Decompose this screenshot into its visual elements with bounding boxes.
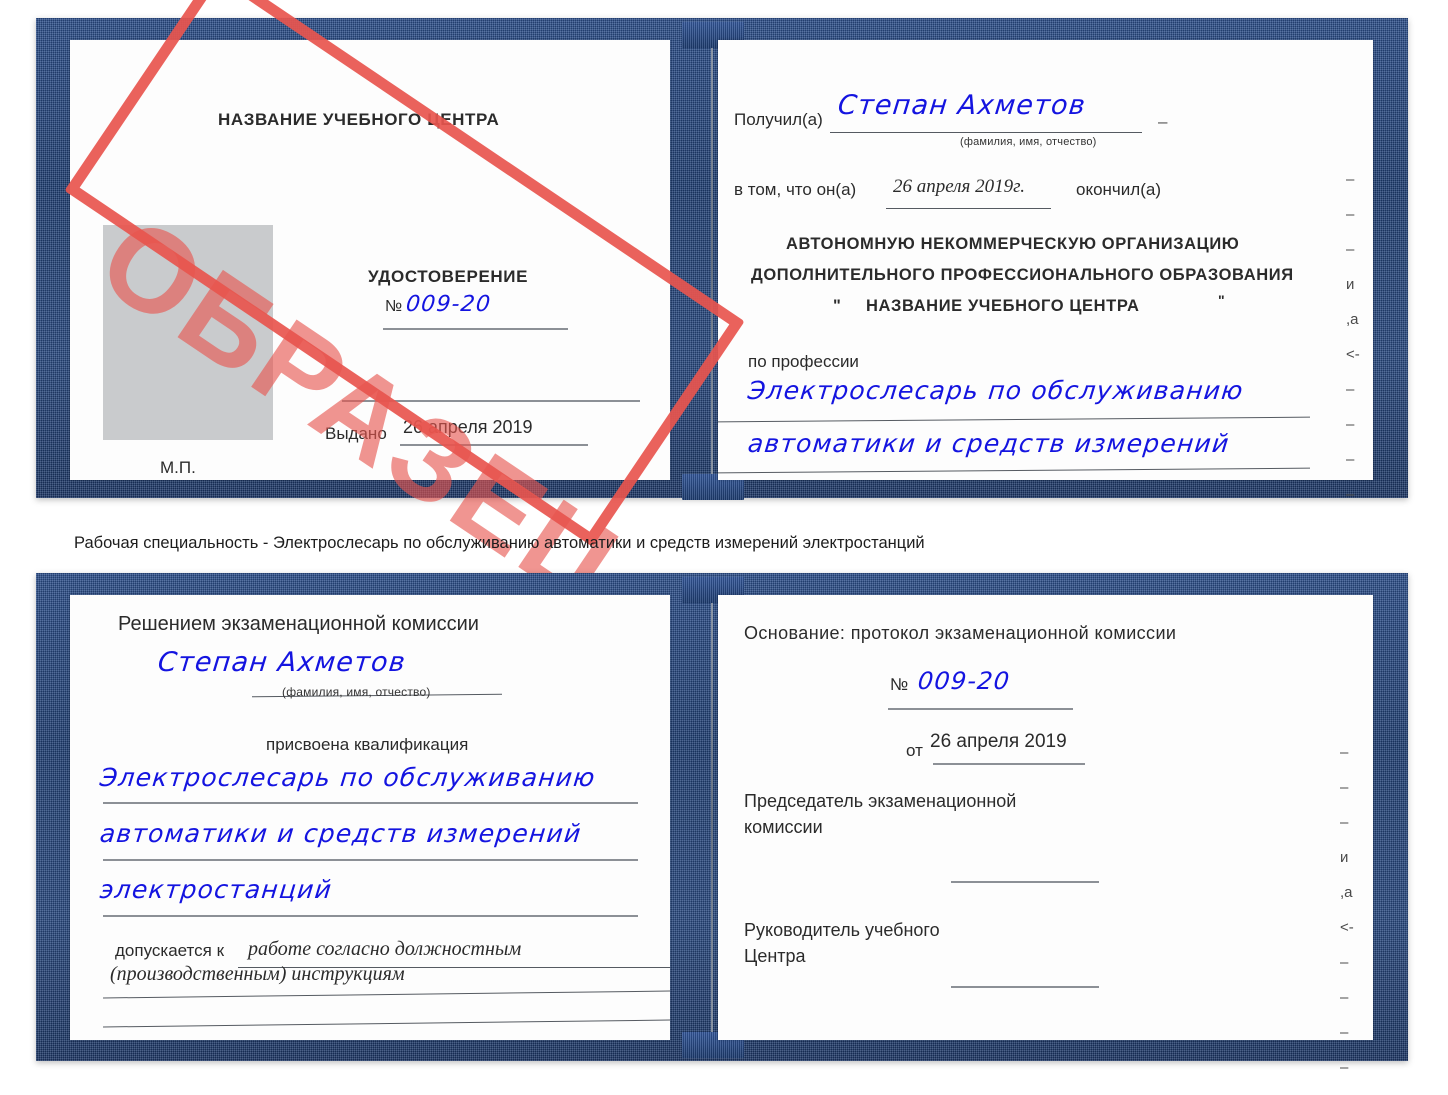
qualification-line-3: электростанций: [98, 875, 334, 904]
certificate-bottom-right-page: Основание: протокол экзаменационной коми…: [718, 595, 1373, 1040]
fio-hint-bottom: (фамилия, имя, отчество): [282, 685, 431, 699]
certificate-top-right-page: Получил(а) Степан Ахметов (фамилия, имя,…: [718, 40, 1373, 480]
issued-date-value: 26 апреля 2019: [403, 417, 533, 437]
profession-underline-1: [718, 416, 1310, 423]
certificate-title: УДОСТОВЕРЕНИЕ: [368, 267, 529, 286]
issued-date-label: Выдано: [325, 424, 387, 443]
profession-label: по профессии: [748, 352, 859, 371]
edge-glyph: –: [1346, 451, 1355, 468]
protocol-number-label: №: [890, 675, 909, 694]
received-name-underline: [830, 132, 1142, 133]
edge-glyph: –: [1346, 241, 1355, 258]
edge-glyph: ,а: [1340, 884, 1353, 901]
qualification-line-2: автоматики и средств измерений: [98, 819, 584, 848]
certificate-top-left-page: НАЗВАНИЕ УЧЕБНОГО ЦЕНТРА УДОСТОВЕРЕНИЕ №…: [70, 40, 670, 480]
edge-glyph: –: [1340, 954, 1349, 971]
edge-glyph: –: [1340, 779, 1349, 796]
profession-line-2: автоматики и средств измерений: [746, 429, 1232, 458]
commission-decision-heading: Решением экзаменационной комиссии: [118, 613, 479, 635]
qualification-underline-2: [103, 859, 638, 861]
edge-glyph: ,а: [1346, 311, 1359, 328]
edge-glyph: <-: [1340, 919, 1354, 936]
edge-glyph: –: [1346, 381, 1355, 398]
protocol-date-underline: [933, 763, 1085, 765]
protocol-number-underline: [888, 708, 1073, 710]
received-name-value: Степан Ахметов: [836, 90, 1088, 121]
admitted-label: допускается к: [115, 941, 225, 960]
basis-label: Основание: протокол экзаменационной коми…: [744, 623, 1177, 643]
org-line-1: АВТОНОМНУЮ НЕКОММЕРЧЕСКУЮ ОРГАНИЗАЦИЮ: [786, 235, 1240, 253]
admitted-value-line-2: (производственным) инструкциям: [110, 963, 405, 985]
chairman-signature-line: [951, 881, 1099, 883]
in-that-label: в том, что он(а): [734, 180, 857, 199]
profession-line-1: Электрослесарь по обслуживанию: [746, 376, 1246, 405]
edge-glyph: –: [1346, 206, 1355, 223]
student-name-value: Степан Ахметов: [156, 647, 408, 678]
edge-glyph: –: [1346, 171, 1355, 188]
received-dash: –: [1158, 112, 1168, 131]
org-line-3: НАЗВАНИЕ УЧЕБНОГО ЦЕНТРА: [866, 297, 1140, 315]
head-of-center-line-1: Руководитель учебного: [744, 920, 940, 940]
edge-glyph: <-: [1346, 346, 1360, 363]
edge-glyph: –: [1346, 416, 1355, 433]
admitted-underline-3: [103, 1019, 670, 1028]
certificate-number-underline: [383, 328, 568, 330]
edge-glyph-column-bottom: – – – и ,а <- – – – –: [1340, 745, 1354, 1095]
chairman-line-2: комиссии: [744, 817, 823, 837]
edge-glyph: –: [1340, 1059, 1349, 1076]
blank-line-1: [342, 400, 640, 402]
seal-place-label: М.П.: [160, 458, 196, 477]
photo-placeholder: [103, 225, 273, 440]
in-that-date-underline: [886, 208, 1051, 209]
protocol-date-label: от: [906, 741, 923, 760]
certificate-bottom-left-page: Решением экзаменационной комиссии Степан…: [70, 595, 670, 1040]
org-quote-close: ": [1218, 292, 1226, 308]
in-that-date-value: 26 апреля 2019г.: [893, 176, 1025, 197]
training-center-name-heading: НАЗВАНИЕ УЧЕБНОГО ЦЕНТРА: [218, 110, 500, 129]
book-spine-top: [711, 48, 713, 480]
edge-glyph: –: [1340, 989, 1349, 1006]
admitted-underline-2: [103, 990, 670, 999]
qualification-underline-3: [103, 915, 638, 917]
finished-label: окончил(а): [1076, 180, 1161, 199]
protocol-number-value: 009-20: [916, 667, 1012, 695]
received-label: Получил(а): [734, 110, 823, 129]
certificate-number-label: №: [385, 298, 403, 315]
caption-text: Рабочая специальность - Электрослесарь п…: [74, 534, 925, 552]
edge-glyph-column-top: – – – и ,а <- – – – –: [1346, 172, 1360, 522]
edge-glyph: –: [1346, 486, 1355, 503]
admitted-value-line-1: работе согласно должностным: [248, 938, 522, 960]
edge-glyph: и: [1340, 849, 1349, 866]
edge-glyph: –: [1340, 814, 1349, 831]
chairman-line-1: Председатель экзаменационной: [744, 791, 1017, 811]
edge-glyph: –: [1340, 1024, 1349, 1041]
org-line-2: ДОПОЛНИТЕЛЬНОГО ПРОФЕССИОНАЛЬНОГО ОБРАЗО…: [751, 266, 1294, 284]
protocol-date-value: 26 апреля 2019: [930, 731, 1067, 752]
head-of-center-line-2: Центра: [744, 946, 806, 966]
book-spine-bottom: [711, 603, 713, 1041]
profession-underline-2: [718, 467, 1310, 474]
fio-hint: (фамилия, имя, отчество): [960, 136, 1097, 148]
certificate-number-value: 009-20: [404, 292, 493, 317]
org-quote-open: ": [833, 297, 842, 315]
issued-date-underline: [400, 444, 588, 446]
edge-glyph: и: [1346, 276, 1355, 293]
edge-glyph: –: [1340, 744, 1349, 761]
qualification-label: присвоена квалификация: [266, 735, 469, 754]
head-of-center-signature-line: [951, 986, 1099, 988]
qualification-line-1: Электрослесарь по обслуживанию: [98, 763, 598, 792]
qualification-underline-1: [103, 802, 638, 804]
